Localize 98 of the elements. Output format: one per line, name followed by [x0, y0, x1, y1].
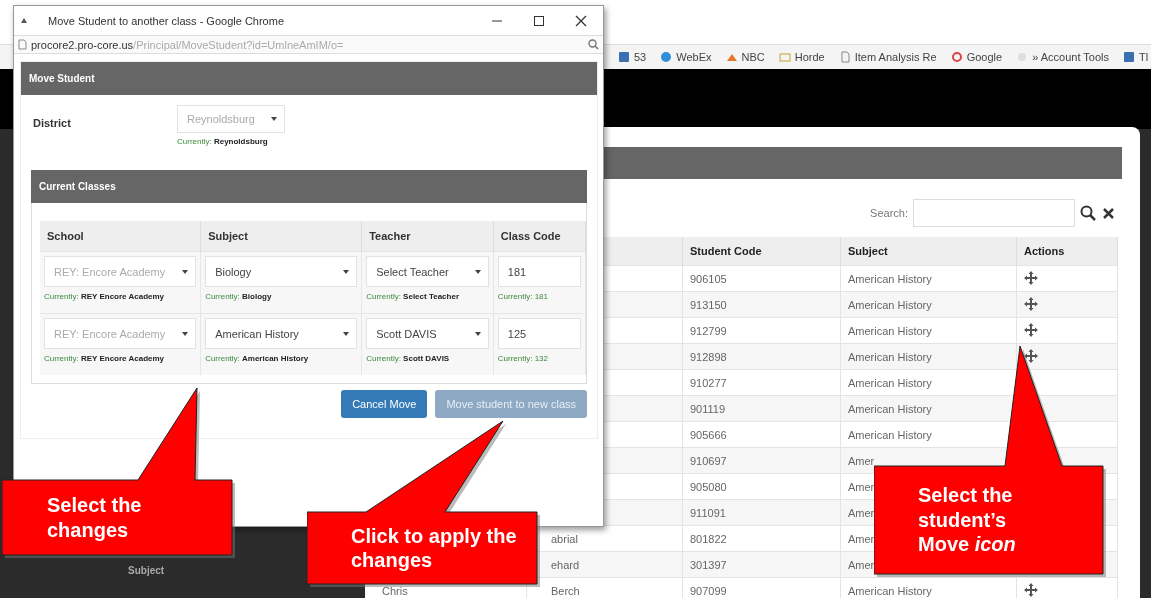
table-cell: 913150 — [690, 298, 727, 311]
search-icon[interactable] — [1080, 205, 1096, 221]
clear-icon[interactable] — [1103, 207, 1114, 219]
column-header: Subject — [840, 237, 1017, 266]
column-header: Actions — [1016, 237, 1118, 266]
table-cell: ehard — [551, 558, 580, 571]
move-icon[interactable] — [1024, 296, 1038, 311]
callout-text: Click to apply the changes — [351, 523, 517, 573]
column-header: Class Code — [493, 221, 586, 252]
move-icon[interactable] — [1024, 270, 1038, 285]
column-header: Student Code — [682, 237, 841, 266]
column-header: School — [40, 221, 201, 252]
zoom-icon[interactable] — [588, 39, 599, 50]
dropdown[interactable]: Scott DAVIS — [366, 318, 489, 349]
field-label: District — [33, 116, 72, 131]
table-cell: American History — [848, 324, 932, 337]
column-header: Teacher — [361, 221, 494, 252]
table-cell: Amer — [848, 558, 875, 571]
caret-icon — [182, 331, 189, 336]
class-code-field[interactable]: 181 — [497, 256, 581, 287]
table-cell: 906105 — [690, 272, 727, 285]
bookmark-link[interactable]: WebEx — [660, 51, 712, 63]
url-path: /Principal/MoveStudent?id=UmlneAmIM/o= — [133, 38, 344, 51]
move-icon[interactable] — [1024, 348, 1038, 363]
table-cell: Amer — [848, 454, 875, 467]
table-cell: 801822 — [690, 532, 727, 545]
section-title: Move Student — [29, 73, 95, 84]
window-title: Move Student to another class - Google Chrome — [48, 14, 284, 27]
caret-icon — [182, 269, 189, 274]
caret-icon — [271, 117, 277, 121]
maximize-icon[interactable] — [533, 14, 545, 27]
folder-icon — [778, 51, 791, 63]
dropdown[interactable]: Select Teacher — [366, 256, 489, 287]
bookmark-link[interactable]: Google — [950, 51, 1003, 63]
caret-icon — [343, 331, 350, 336]
column-header: Subject — [200, 221, 362, 252]
move-icon[interactable] — [1024, 582, 1038, 597]
current-value-note: Currently: 132 — [497, 354, 549, 363]
table-cell: 912799 — [690, 324, 727, 337]
table-cell: American History — [848, 584, 932, 597]
table-cell: 907099 — [690, 584, 727, 597]
table-cell: 912898 — [690, 350, 727, 363]
search-label: Search: — [870, 207, 908, 219]
search-field[interactable] — [913, 199, 1075, 227]
bookmark-link[interactable]: Item Analysis Re — [838, 51, 937, 63]
current-value-note: Currently: Scott DAVIS — [366, 354, 451, 363]
callout-text: Select the changes — [47, 493, 143, 542]
current-value-note: Currently: REY Encore Academy — [44, 292, 166, 301]
table-cell: Amer — [848, 506, 875, 519]
table-cell: Berch — [551, 584, 580, 597]
caret-icon — [343, 269, 350, 274]
table-cell: American History — [848, 350, 932, 363]
table-cell: American History — [848, 428, 932, 441]
bookmark-link[interactable]: Horde — [778, 51, 825, 63]
current-value-note: Currently: Select Teacher — [366, 292, 460, 301]
column-header: Subject — [128, 565, 165, 576]
url-host: procore2.pro-core.us — [31, 38, 134, 51]
callout-text: Select the student’s Move icon — [918, 483, 1017, 557]
dropdown[interactable]: Biology — [205, 256, 358, 287]
table-cell: 301397 — [690, 558, 727, 571]
bookmark-link[interactable]: Tl — [1123, 51, 1149, 63]
table-cell: 911091 — [690, 506, 726, 519]
globe-icon — [660, 51, 673, 63]
table-cell: 910277 — [690, 376, 727, 389]
table-cell: 910697 — [690, 454, 727, 467]
table-cell: 905080 — [690, 480, 727, 493]
page-icon — [838, 51, 851, 63]
current-value-note: Currently: REY Encore Academy — [44, 354, 166, 363]
table-cell: abrial — [551, 532, 578, 545]
table-cell: Amer — [848, 480, 875, 493]
action-button[interactable]: Cancel Move — [341, 390, 428, 418]
table-cell: American History — [848, 298, 932, 311]
move-icon[interactable] — [1024, 322, 1038, 337]
class-code-field[interactable]: 125 — [497, 318, 581, 349]
bookmark-link[interactable]: 53 — [618, 51, 647, 63]
bookmark-link[interactable]: » Account Tools — [1016, 51, 1109, 63]
current-value-note: Currently: American History — [205, 354, 310, 363]
table-cell: Chris — [382, 584, 408, 597]
app-icon — [20, 16, 28, 25]
table-cell: American History — [848, 402, 932, 415]
bookmark-link[interactable]: NBC — [725, 51, 765, 63]
current-value-note: Currently: Reynoldsburg — [177, 137, 269, 146]
table-cell: American History — [848, 272, 932, 285]
ring-icon — [950, 51, 963, 63]
table-cell: 901119 — [690, 402, 726, 415]
table-cell: Amer — [848, 532, 875, 545]
table-cell: 905666 — [690, 428, 727, 441]
app-icon — [618, 51, 630, 63]
dropdown[interactable]: American History — [205, 318, 358, 349]
current-value-note: Currently: 181 — [497, 292, 549, 301]
app-icon — [1123, 51, 1135, 63]
close-icon[interactable] — [575, 14, 587, 27]
caret-icon — [474, 331, 481, 336]
caret-icon — [474, 269, 481, 274]
page-icon — [18, 39, 27, 50]
section-title: Current Classes — [39, 181, 116, 192]
table-cell: American History — [848, 376, 932, 389]
current-value-note: Currently: Biology — [205, 292, 273, 301]
